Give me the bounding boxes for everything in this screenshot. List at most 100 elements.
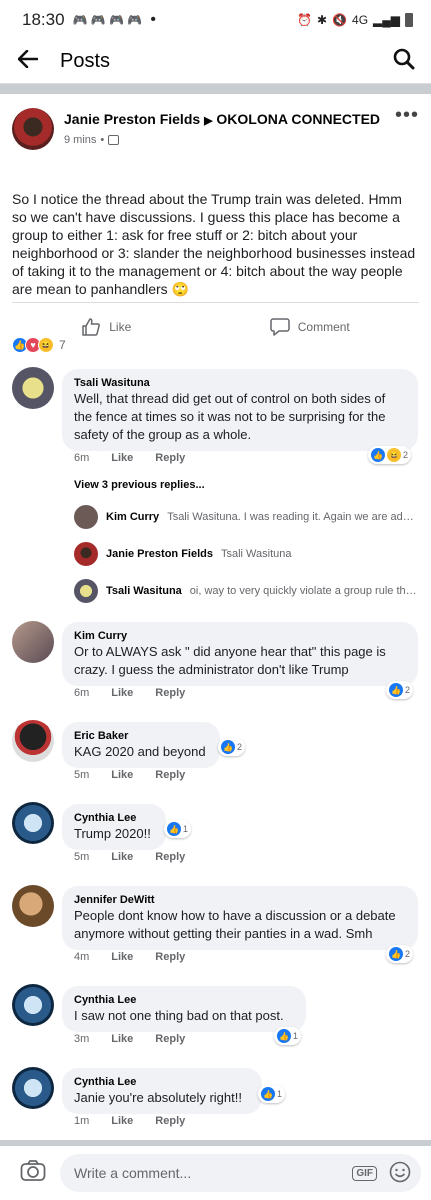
comment-like-button[interactable]: Like xyxy=(111,452,133,464)
commenter-avatar[interactable] xyxy=(12,802,54,844)
commenter-avatar[interactable] xyxy=(12,367,54,409)
commenter-avatar[interactable] xyxy=(12,984,54,1026)
comment-reaction-count: 2 xyxy=(237,742,243,752)
comment-reactions[interactable]: 👍 😆 2 xyxy=(368,446,412,464)
comment-reactions[interactable]: 👍 1 xyxy=(258,1085,286,1103)
commenter-avatar[interactable] xyxy=(12,720,54,762)
comment-reaction-count: 1 xyxy=(277,1089,283,1099)
comment-time: 5m xyxy=(74,769,90,781)
comment-input-placeholder: Write a comment... xyxy=(74,1165,192,1181)
post-meta-dot: • xyxy=(100,134,105,146)
group-privacy-icon xyxy=(108,135,120,145)
status-bar: 18:30 🎮 🎮 🎮 🎮 • ⏰ ✱ 🔇 4G ▂▄▆ xyxy=(0,0,431,40)
reply-preview[interactable]: Janie Preston Fields Tsali Wasituna xyxy=(74,542,419,566)
comment-time: 6m xyxy=(74,687,90,699)
status-time: 18:30 xyxy=(22,10,65,29)
comment-like-button[interactable]: Like xyxy=(111,851,133,863)
search-icon[interactable] xyxy=(393,48,415,75)
divider xyxy=(0,84,431,94)
like-reaction-icon: 👍 xyxy=(371,448,385,462)
comment-reaction-count: 2 xyxy=(405,685,411,695)
comment-time: 5m xyxy=(74,851,90,863)
comment-input[interactable]: Write a comment... GIF xyxy=(60,1154,421,1192)
comment-reply-button[interactable]: Reply xyxy=(155,851,185,863)
comment-like-button[interactable]: Like xyxy=(111,951,133,963)
commenter-avatar[interactable] xyxy=(12,885,54,927)
commenter-name[interactable]: Cynthia Lee xyxy=(74,811,154,825)
reply-text: Tsali Wasituna. I was reading it. Again … xyxy=(167,511,419,523)
like-reaction-icon: 👍 xyxy=(389,947,403,961)
comment-text: Well, that thread did get out of control… xyxy=(74,391,386,442)
comment-reactions[interactable]: 👍 2 xyxy=(386,681,414,699)
comment-reaction-count: 2 xyxy=(405,949,411,959)
emoji-icon[interactable] xyxy=(389,1161,411,1186)
comment-composer: Write a comment... GIF xyxy=(0,1140,431,1200)
more-options-icon[interactable]: ••• xyxy=(395,104,419,127)
page-title: Posts xyxy=(60,50,111,72)
comment-reactions[interactable]: 👍 2 xyxy=(218,738,246,756)
comment-reactions[interactable]: 👍 1 xyxy=(274,1027,302,1045)
comment-reactions[interactable]: 👍 2 xyxy=(386,945,414,963)
bluetooth-icon: ✱ xyxy=(317,13,328,27)
commenter-name[interactable]: Kim Curry xyxy=(74,629,406,643)
comment-reactions[interactable]: 👍 1 xyxy=(164,820,192,838)
comment-reply-button[interactable]: Reply xyxy=(155,951,185,963)
comment-bubble: Jennifer DeWitt People dont know how to … xyxy=(62,886,418,950)
comment-like-button[interactable]: Like xyxy=(111,769,133,781)
post-author-name[interactable]: Janie Preston Fields xyxy=(64,111,200,127)
commenter-name[interactable]: Tsali Wasituna xyxy=(74,376,406,390)
alarm-icon: ⏰ xyxy=(297,13,312,27)
network-label: 4G xyxy=(352,13,369,27)
comment-bubble: Eric Baker KAG 2020 and beyond xyxy=(62,722,220,768)
commenter-name[interactable]: Eric Baker xyxy=(74,729,208,743)
back-arrow-icon[interactable] xyxy=(17,49,39,73)
post-text: So I notice the thread about the Trump t… xyxy=(12,191,416,297)
comment-time: 4m xyxy=(74,951,90,963)
signal-icon: ▂▄▆ xyxy=(373,13,400,27)
post-author-avatar[interactable] xyxy=(12,108,54,150)
post: Janie Preston Fields ▶ OKOLONA CONNECTED… xyxy=(0,94,431,350)
comment-like-button[interactable]: Like xyxy=(111,1033,133,1045)
comment-bubble: Cynthia Lee Trump 2020!! xyxy=(62,804,166,850)
comment-bubble: Kim Curry Or to ALWAYS ask " did anyone … xyxy=(62,622,418,686)
haha-reaction-icon: 😆 xyxy=(38,337,54,353)
like-reaction-icon: 👍 xyxy=(221,740,235,754)
comment-time: 3m xyxy=(74,1033,90,1045)
comment-like-button[interactable]: Like xyxy=(111,687,133,699)
comment-bubble: Tsali Wasituna Well, that thread did get… xyxy=(62,369,418,451)
comment-text: People dont know how to have a discussio… xyxy=(74,908,396,941)
comment-text: Janie you're absolutely right!! xyxy=(74,1090,242,1105)
reply-preview[interactable]: Tsali Wasituna oi, way to very quickly v… xyxy=(74,579,419,603)
reply-avatar xyxy=(74,505,98,529)
post-time: 9 mins xyxy=(64,134,97,146)
reply-author: Janie Preston Fields xyxy=(106,548,213,560)
view-previous-replies-link[interactable]: View 3 previous replies... xyxy=(74,479,205,491)
comment-reply-button[interactable]: Reply xyxy=(155,769,185,781)
comment-reply-button[interactable]: Reply xyxy=(155,452,185,464)
comment-text: Trump 2020!! xyxy=(74,826,151,841)
reply-author: Tsali Wasituna xyxy=(106,585,182,597)
comment-bubble: Cynthia Lee Janie you're absolutely righ… xyxy=(62,1068,262,1114)
reply-preview[interactable]: Kim Curry Tsali Wasituna. I was reading … xyxy=(74,505,419,529)
comment-reaction-count: 2 xyxy=(403,450,409,460)
arrow-icon: ▶ xyxy=(204,115,213,127)
commenter-avatar[interactable] xyxy=(12,1067,54,1109)
comment-reply-button[interactable]: Reply xyxy=(155,1115,185,1127)
app-bar: Posts xyxy=(0,40,431,84)
comment-text: I saw not one thing bad on that post. xyxy=(74,1008,284,1023)
commenter-name[interactable]: Cynthia Lee xyxy=(74,1075,250,1089)
comment-reply-button[interactable]: Reply xyxy=(155,687,185,699)
comment-reaction-count: 1 xyxy=(293,1031,299,1041)
haha-reaction-icon: 😆 xyxy=(387,448,401,462)
commenter-name[interactable]: Jennifer DeWitt xyxy=(74,893,406,907)
camera-icon[interactable] xyxy=(20,1159,46,1187)
commenter-avatar[interactable] xyxy=(12,621,54,663)
commenter-name[interactable]: Cynthia Lee xyxy=(74,993,294,1007)
comment-reply-button[interactable]: Reply xyxy=(155,1033,185,1045)
comment-like-button[interactable]: Like xyxy=(111,1115,133,1127)
battery-icon xyxy=(405,13,413,27)
like-reaction-icon: 👍 xyxy=(167,822,181,836)
post-group-name[interactable]: OKOLONA CONNECTED xyxy=(216,111,380,127)
gif-button[interactable]: GIF xyxy=(352,1165,377,1181)
reactions-summary[interactable]: 👍 ♥ 😆 7 xyxy=(0,324,431,366)
